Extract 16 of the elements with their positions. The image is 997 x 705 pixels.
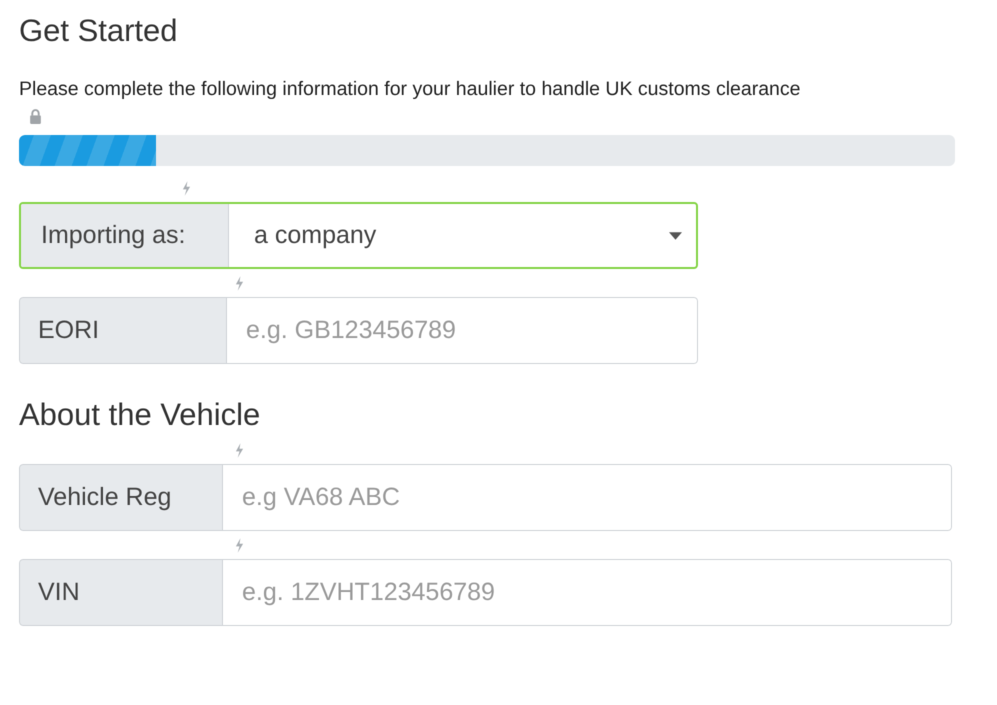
field-label: Vehicle Reg <box>19 464 223 531</box>
section-heading: About the Vehicle <box>19 396 262 434</box>
field-label: Importing as: <box>21 204 229 267</box>
lightning-icon <box>235 538 244 552</box>
caret-icon <box>669 232 682 240</box>
input-field[interactable]: e.g VA68 ABC <box>223 464 952 531</box>
lightning-icon <box>235 442 244 458</box>
lightning-icon <box>182 180 191 196</box>
input-field[interactable]: e.g. 1ZVHT123456789 <box>223 559 952 626</box>
input-field[interactable]: e.g. GB123456789 <box>227 297 698 364</box>
field-label: EORI <box>19 297 227 364</box>
field-label: VIN <box>19 559 223 626</box>
lightning-icon <box>235 276 244 290</box>
instruction-text: Please complete the following information for your haulier to handle UK customs clearance <box>19 77 802 101</box>
section-heading: Get Started <box>19 12 179 50</box>
select-field[interactable]: Importing as: a company <box>19 202 698 269</box>
